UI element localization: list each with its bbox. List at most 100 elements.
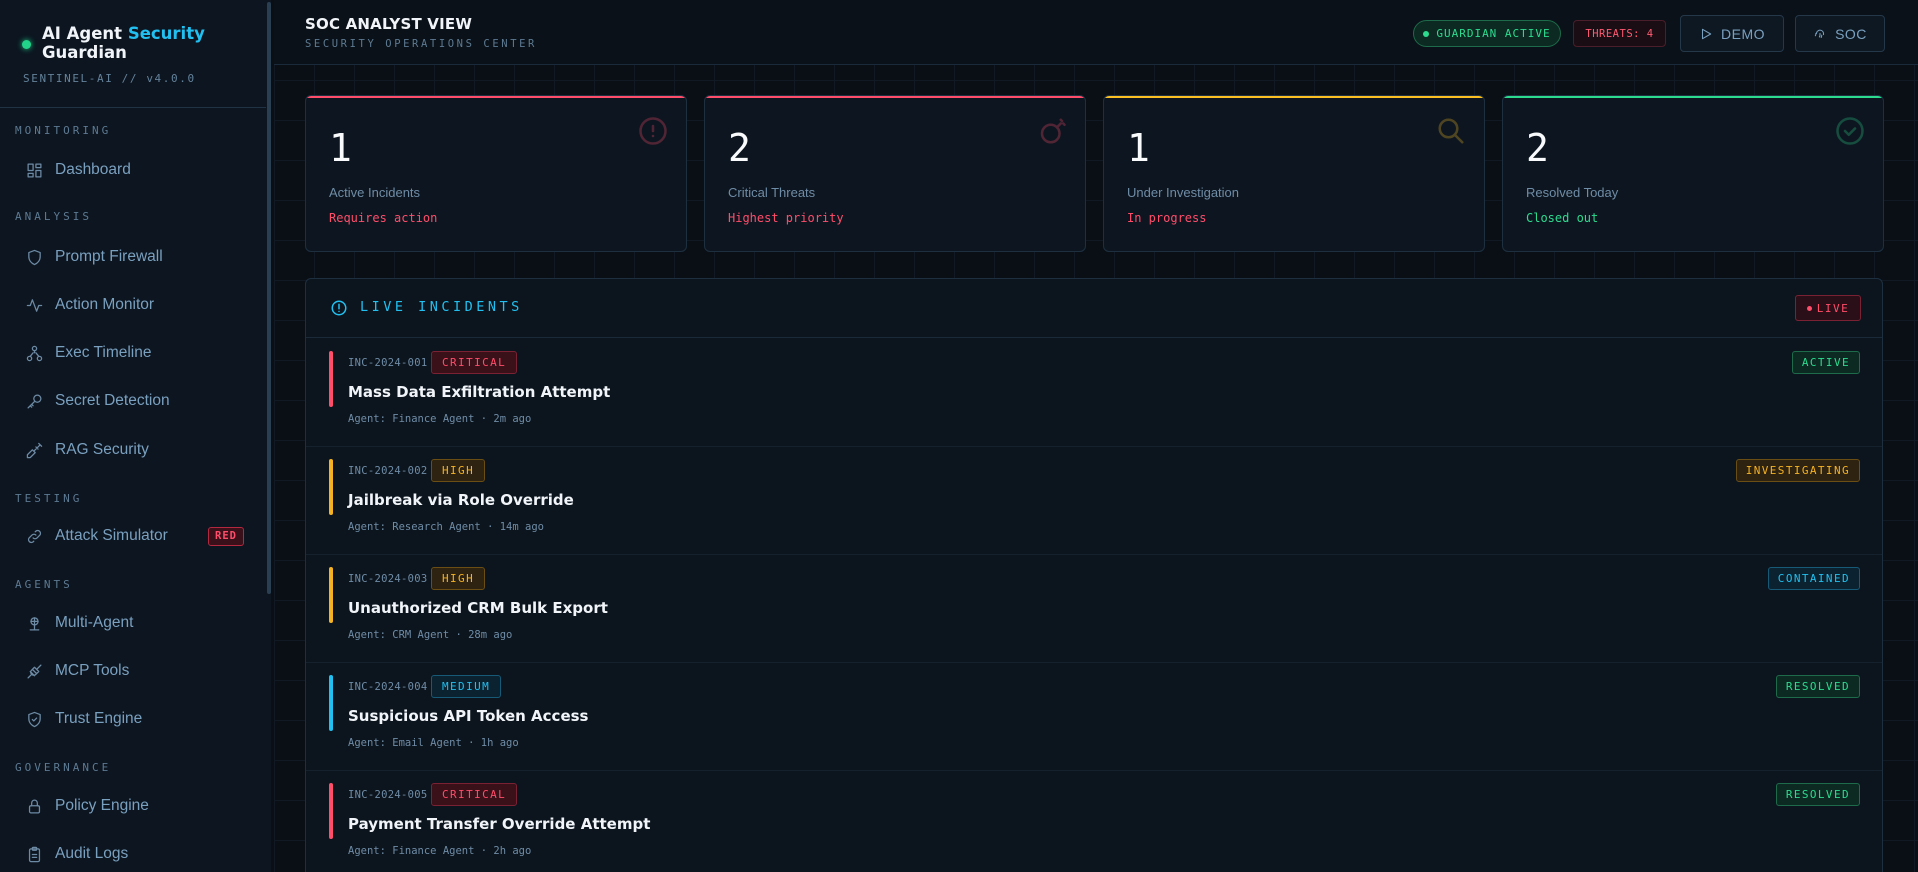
status-badge: CONTAINED — [1767, 567, 1860, 590]
stat-card-resolved-today: 2 Resolved Today Closed out — [1502, 95, 1884, 252]
card-accent-line — [306, 96, 686, 98]
sidebar-item-mcp-tools[interactable]: MCP Tools — [0, 651, 266, 691]
section-agents: AGENTS — [15, 578, 73, 591]
severity-bar — [329, 351, 333, 407]
sidebar-item-label: Attack Simulator — [55, 527, 168, 544]
demo-button-label: DEMO — [1721, 25, 1765, 42]
incident-row[interactable]: INC-2024-003 HIGH Unauthorized CRM Bulk … — [306, 555, 1882, 663]
incident-row[interactable]: INC-2024-004 MEDIUM Suspicious API Token… — [306, 663, 1882, 771]
main-content: SOC ANALYST VIEW SECURITY OPERATIONS CEN… — [274, 0, 1918, 872]
sidebar-item-label: Trust Engine — [55, 710, 143, 727]
live-incidents-panel: LIVE INCIDENTS LIVE INC-2024-001 CRITICA… — [305, 278, 1883, 872]
workflow-icon — [25, 344, 43, 362]
sidebar-item-trust-engine[interactable]: Trust Engine — [0, 699, 266, 739]
live-dot-icon — [1806, 305, 1812, 311]
severity-badge: CRITICAL — [431, 783, 518, 806]
link-icon — [25, 527, 43, 545]
sidebar-item-rag-security[interactable]: RAG Security — [0, 430, 266, 470]
incident-title: Suspicious API Token Access — [348, 707, 589, 725]
panel-header: LIVE INCIDENTS LIVE — [306, 279, 1882, 338]
section-analysis: ANALYSIS — [15, 210, 92, 223]
key-icon — [25, 392, 43, 410]
app-title-main: AI Agent — [42, 24, 123, 43]
sidebar-item-dashboard[interactable]: Dashboard — [0, 150, 266, 190]
search-icon — [1436, 116, 1466, 146]
stat-value: 1 — [1127, 126, 1150, 170]
severity-bar — [329, 567, 333, 623]
severity-bar — [329, 783, 333, 839]
sidebar-item-secret-detection[interactable]: Secret Detection — [0, 381, 266, 421]
app-version: SENTINEL-AI // v4.0.0 — [23, 72, 196, 85]
alert-circle-icon — [638, 116, 668, 146]
stat-subtext: In progress — [1127, 211, 1207, 225]
incident-title: Payment Transfer Override Attempt — [348, 815, 651, 833]
sidebar-item-attack-simulator[interactable]: Attack Simulator RED — [0, 516, 266, 556]
stat-subtext: Requires action — [329, 211, 438, 225]
severity-badge: MEDIUM — [431, 675, 502, 698]
brand: AI Agent Security Guardian SENTINEL-AI /… — [0, 0, 269, 108]
status-dot-icon — [1423, 30, 1430, 37]
stat-subtext: Highest priority — [728, 211, 844, 225]
stat-value: 2 — [1526, 126, 1549, 170]
sidebar-item-label: Multi-Agent — [55, 614, 134, 631]
incident-id: INC-2024-005 — [348, 789, 428, 801]
guardian-status-badge: GUARDIAN ACTIVE — [1413, 20, 1561, 47]
status-badge: RESOLVED — [1775, 783, 1860, 806]
app-title: AI Agent Security Guardian — [42, 24, 252, 62]
severity-bar — [329, 459, 333, 515]
incident-title: Mass Data Exfiltration Attempt — [348, 383, 611, 401]
red-team-badge: RED — [208, 527, 244, 546]
sidebar: AI Agent Security Guardian SENTINEL-AI /… — [0, 0, 271, 872]
shield-icon — [25, 248, 43, 266]
sidebar-scroll-thumb[interactable] — [267, 2, 271, 594]
clipboard-icon — [25, 845, 43, 863]
sidebar-item-policy-engine[interactable]: Policy Engine — [0, 786, 266, 826]
page-subtitle: SECURITY OPERATIONS CENTER — [305, 38, 537, 50]
stat-card-under-investigation: 1 Under Investigation In progress — [1103, 95, 1485, 252]
live-badge: LIVE — [1795, 295, 1861, 321]
sidebar-item-multi-agent[interactable]: Multi-Agent — [0, 603, 266, 643]
card-accent-line — [705, 96, 1085, 98]
sidebar-item-label: Policy Engine — [55, 797, 149, 814]
check-circle-icon — [1835, 116, 1865, 146]
lock-icon — [25, 797, 43, 815]
incident-row[interactable]: INC-2024-005 CRITICAL Payment Transfer O… — [306, 771, 1882, 872]
sidebar-item-prompt-firewall[interactable]: Prompt Firewall — [0, 237, 266, 277]
activity-icon — [25, 296, 43, 314]
sidebar-item-label: Action Monitor — [55, 296, 155, 313]
stat-subtext: Closed out — [1526, 211, 1599, 225]
incident-meta: Agent: CRM Agent · 28m ago — [348, 629, 513, 641]
sidebar-item-action-monitor[interactable]: Action Monitor — [0, 285, 266, 325]
incident-row[interactable]: INC-2024-002 HIGH Jailbreak via Role Ove… — [306, 447, 1882, 555]
status-badge: ACTIVE — [1791, 351, 1860, 374]
shield-check-icon — [25, 710, 43, 728]
sidebar-item-audit-logs[interactable]: Audit Logs — [0, 834, 266, 872]
stat-card-critical-threats: 2 Critical Threats Highest priority — [704, 95, 1086, 252]
topbar: SOC ANALYST VIEW SECURITY OPERATIONS CEN… — [274, 0, 1918, 65]
incident-id: INC-2024-001 — [348, 357, 428, 369]
incident-row[interactable]: INC-2024-001 CRITICAL Mass Data Exfiltra… — [306, 339, 1882, 447]
stat-label: Critical Threats — [728, 185, 816, 200]
incident-id: INC-2024-003 — [348, 573, 428, 585]
demo-button[interactable]: DEMO — [1680, 15, 1784, 52]
incident-meta: Agent: Finance Agent · 2m ago — [348, 413, 532, 425]
incident-meta: Agent: Research Agent · 14m ago — [348, 521, 544, 533]
section-governance: GOVERNANCE — [15, 761, 112, 774]
stat-card-active-incidents: 1 Active Incidents Requires action — [305, 95, 687, 252]
incident-title: Jailbreak via Role Override — [348, 491, 574, 509]
section-testing: TESTING — [15, 492, 83, 505]
status-badge: RESOLVED — [1775, 675, 1860, 698]
app-title-second: Guardian — [42, 43, 127, 62]
live-badge-label: LIVE — [1816, 301, 1850, 315]
sidebar-item-label: Exec Timeline — [55, 344, 152, 361]
sidebar-item-label: Audit Logs — [55, 845, 129, 862]
status-badge: INVESTIGATING — [1735, 459, 1860, 482]
incident-id: INC-2024-004 — [348, 681, 428, 693]
stat-label: Active Incidents — [329, 185, 421, 200]
sidebar-item-label: RAG Security — [55, 441, 149, 458]
dashboard-icon — [25, 161, 43, 179]
sidebar-item-label: MCP Tools — [55, 662, 130, 679]
sidebar-item-exec-timeline[interactable]: Exec Timeline — [0, 333, 266, 373]
severity-badge: HIGH — [431, 459, 486, 482]
soc-button[interactable]: SOC — [1795, 15, 1885, 52]
